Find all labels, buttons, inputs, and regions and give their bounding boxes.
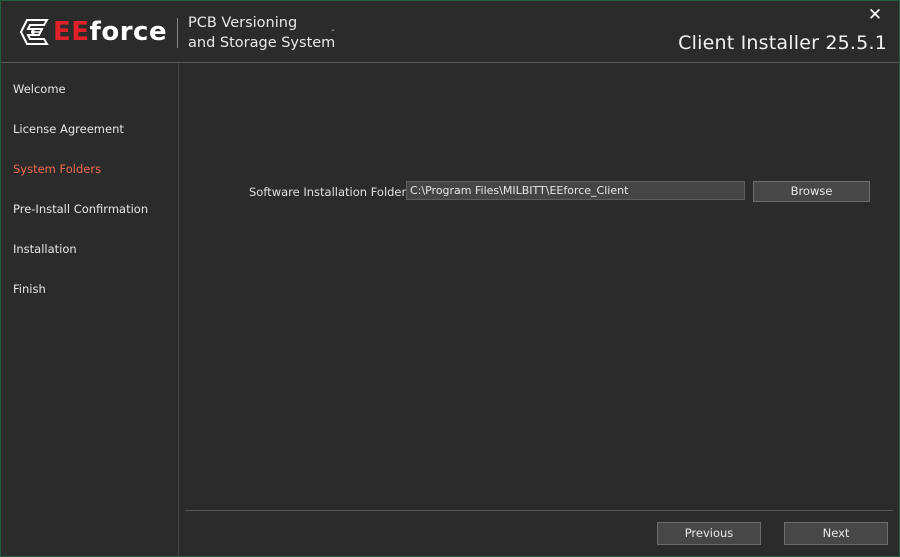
installation-folder-label: Software Installation Folder :: [249, 185, 414, 199]
sidebar-divider: [178, 63, 179, 556]
product-title: Client Installer 25.5.1: [678, 32, 887, 54]
installer-window: EEforce PCB Versioning and Storage Syste…: [0, 0, 900, 557]
sidebar-item-system-folders[interactable]: System Folders: [13, 162, 101, 176]
app-subtitle: PCB Versioning and Storage System: [188, 13, 335, 53]
header-dash: -: [331, 25, 335, 36]
subtitle-line-1: PCB Versioning: [188, 15, 298, 31]
step-sidebar: [1, 63, 179, 556]
brand-ee: EE: [53, 17, 90, 47]
sidebar-item-installation[interactable]: Installation: [13, 242, 77, 256]
previous-button[interactable]: Previous: [657, 522, 761, 545]
sidebar-item-pre-install-confirmation[interactable]: Pre-Install Confirmation: [13, 202, 148, 216]
brand-force: force: [89, 17, 168, 47]
installation-folder-input[interactable]: [406, 181, 745, 200]
header-divider: [177, 18, 178, 48]
sidebar-item-welcome[interactable]: Welcome: [13, 82, 66, 96]
sidebar-item-finish[interactable]: Finish: [13, 282, 46, 296]
close-icon[interactable]: ✕: [865, 5, 885, 25]
brand-name: EEforce: [53, 15, 167, 49]
circuit-e-logo-icon: [17, 15, 51, 49]
next-button[interactable]: Next: [784, 522, 888, 545]
footer-divider: [185, 510, 893, 511]
header: EEforce PCB Versioning and Storage Syste…: [1, 1, 899, 63]
browse-button[interactable]: Browse: [753, 181, 870, 202]
sidebar-item-license-agreement[interactable]: License Agreement: [13, 122, 124, 136]
subtitle-line-2: and Storage System: [188, 35, 336, 51]
